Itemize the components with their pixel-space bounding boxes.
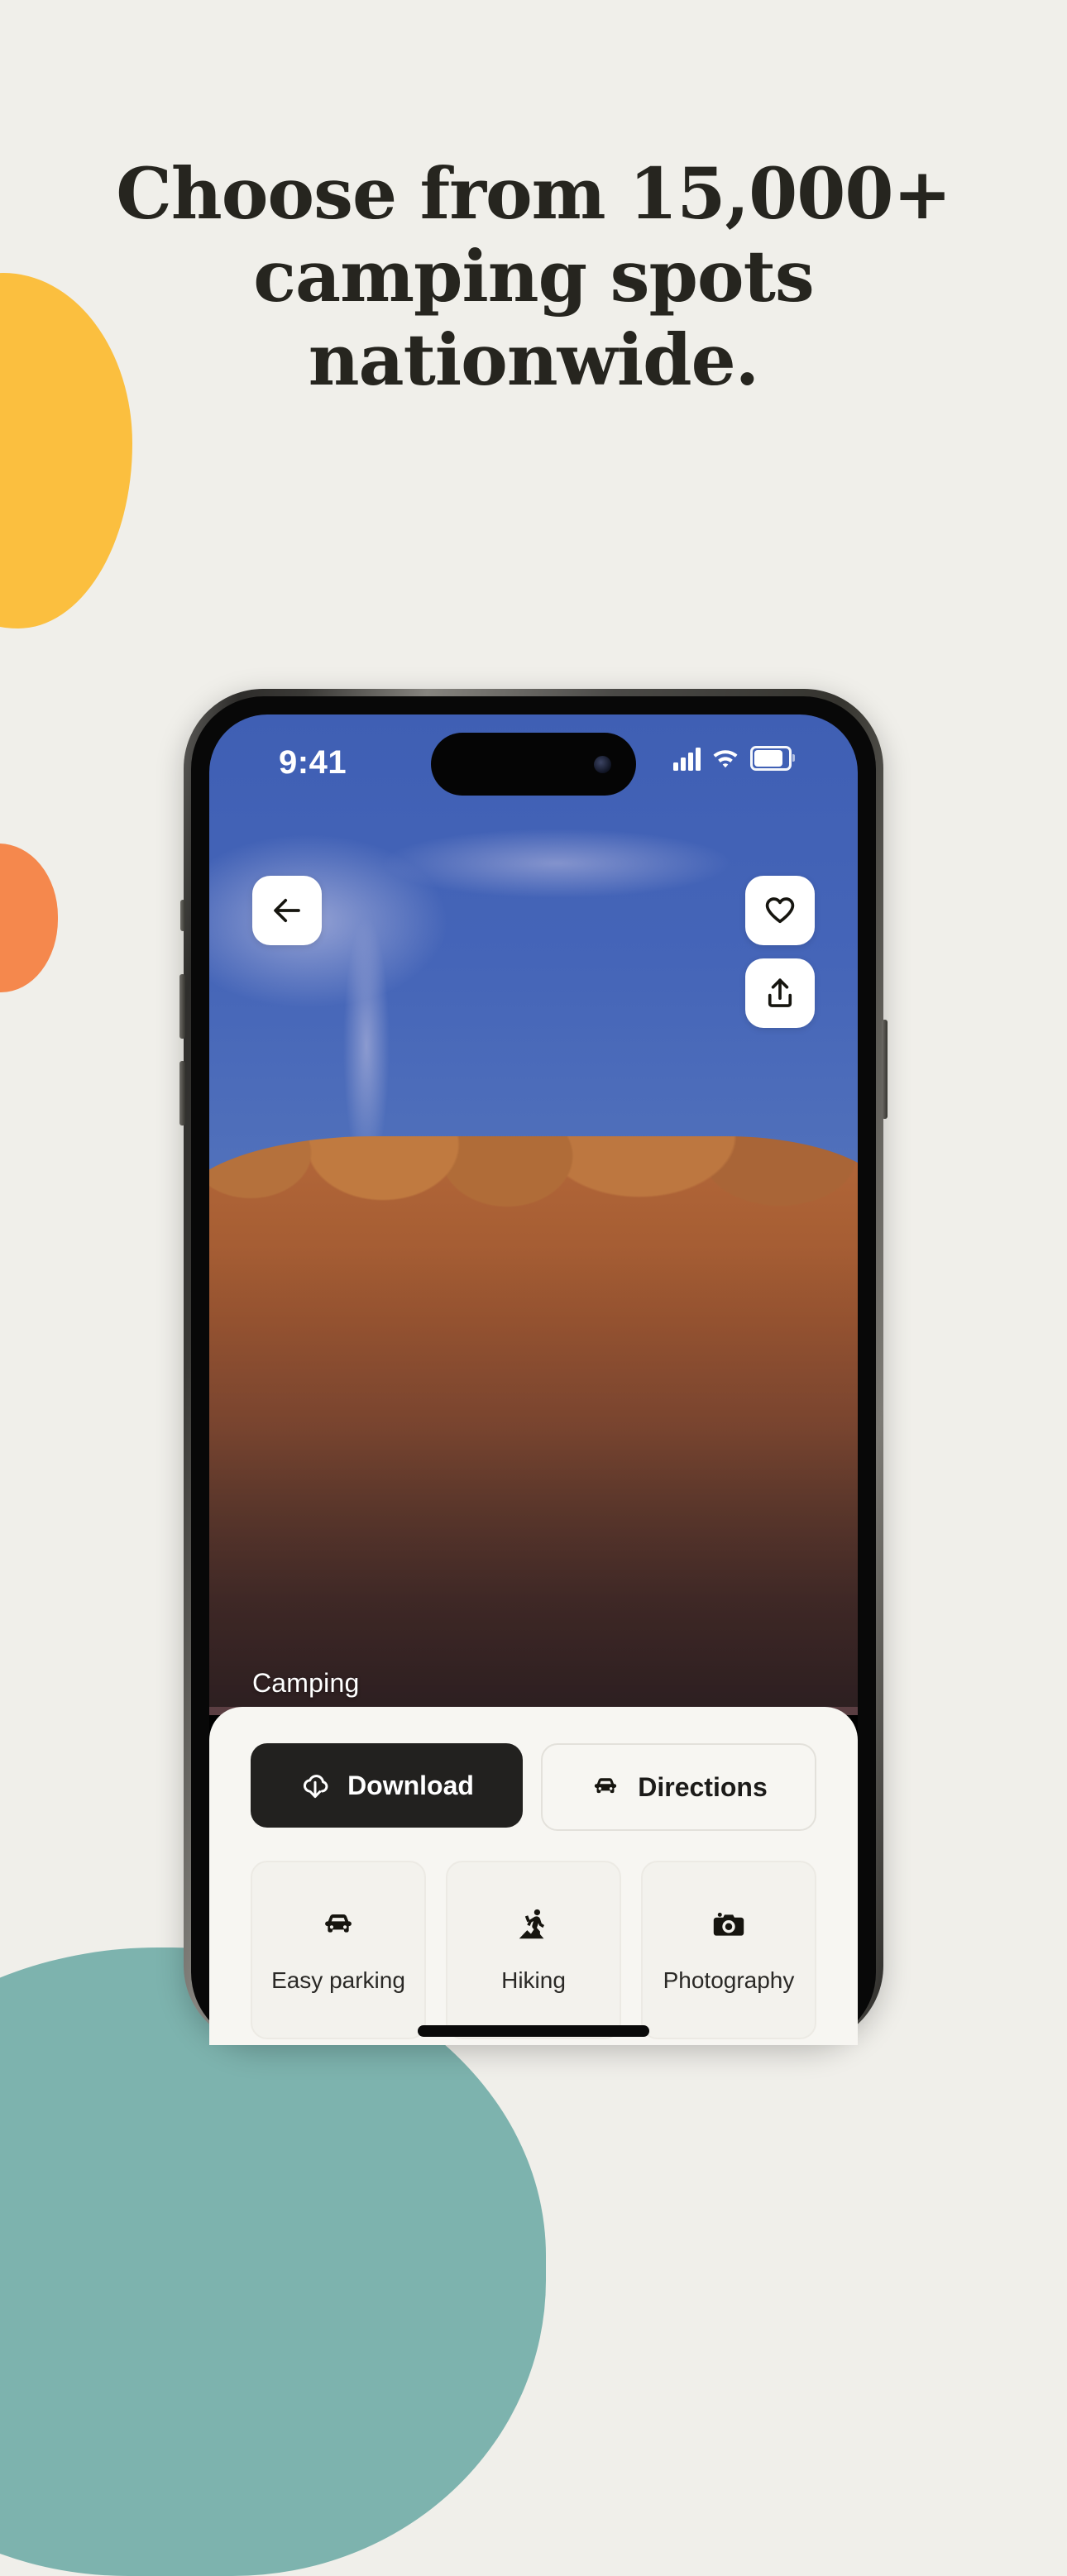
page-headline: Choose from 15,000+ camping spots nation… (0, 153, 1067, 402)
tag-card-row: Easy parking Hiking Photography (251, 1861, 816, 2039)
volume-down-button[interactable] (179, 1061, 185, 1126)
detail-bottom-sheet: Download Directions Easy parking Hiking … (209, 1707, 858, 2045)
tag-card-easy-parking[interactable]: Easy parking (251, 1861, 426, 2039)
status-bar-clock: 9:41 (279, 744, 347, 781)
headline-line-1: Choose from 15,000+ (116, 153, 951, 236)
headline-line-3: nationwide. (308, 318, 760, 402)
mute-switch[interactable] (180, 900, 185, 931)
tag-label: Photography (663, 1967, 795, 1993)
car-icon (590, 1771, 621, 1803)
tag-label: Easy parking (271, 1967, 405, 1993)
status-bar: 9:41 (209, 714, 858, 814)
front-camera-icon (594, 756, 611, 773)
phone-mockup: 9:41 Camping Download Directions Easy pa… (179, 689, 888, 2045)
phone-screen: 9:41 Camping Download Directions Easy pa… (209, 714, 858, 2045)
battery-icon (750, 746, 795, 771)
share-icon (763, 976, 797, 1011)
tag-card-hiking[interactable]: Hiking (446, 1861, 621, 2039)
power-button[interactable] (882, 1020, 888, 1119)
listing-category: Camping (252, 1668, 360, 1698)
action-button-row: Download Directions (251, 1743, 816, 1831)
hiker-icon (514, 1906, 553, 1944)
tag-label: Hiking (501, 1967, 566, 1993)
hero-gradient-overlay (209, 1244, 858, 1707)
orange-blob (0, 844, 58, 992)
hero-photo (209, 714, 858, 1715)
directions-button-label: Directions (638, 1771, 768, 1802)
download-button-label: Download (347, 1770, 474, 1800)
cloud-download-icon (299, 1770, 331, 1801)
back-arrow-icon (270, 893, 304, 928)
share-button[interactable] (745, 958, 815, 1028)
download-button[interactable]: Download (251, 1743, 523, 1828)
dynamic-island (431, 733, 636, 796)
headline-line-2: camping spots (253, 236, 814, 319)
back-button[interactable] (252, 876, 322, 945)
car-icon (319, 1906, 357, 1944)
wifi-icon (712, 748, 739, 771)
camera-icon (710, 1906, 748, 1944)
tag-card-photography[interactable]: Photography (641, 1861, 816, 2039)
volume-up-button[interactable] (179, 974, 185, 1039)
phone-bezel: 9:41 Camping Download Directions Easy pa… (191, 696, 876, 2045)
favorite-button[interactable] (745, 876, 815, 945)
directions-button[interactable]: Directions (541, 1743, 816, 1831)
signal-bars-icon (673, 748, 701, 771)
heart-icon (763, 893, 797, 928)
status-bar-indicators (673, 746, 795, 771)
home-indicator (418, 2025, 649, 2037)
